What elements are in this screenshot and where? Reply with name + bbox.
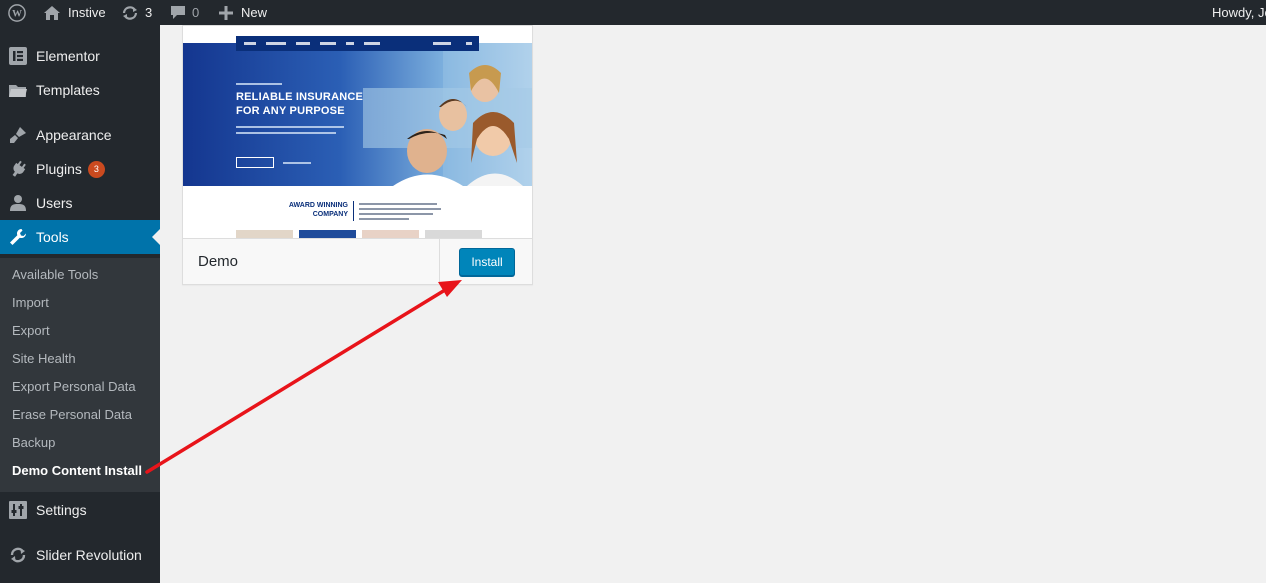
new-label: New xyxy=(241,5,268,20)
folder-icon xyxy=(0,83,36,98)
menu-label: Templates xyxy=(36,82,100,98)
updates-icon xyxy=(121,5,139,21)
menu-item-appearance[interactable]: Appearance xyxy=(0,118,160,152)
site-name: Instive xyxy=(68,5,106,20)
install-button[interactable]: Install xyxy=(459,248,515,276)
elementor-icon xyxy=(0,47,36,65)
menu-item-slider-revolution[interactable]: Slider Revolution xyxy=(0,538,160,572)
demo-preview-image[interactable]: RELIABLE INSURANCE FOR ANY PURPOSE AWARD… xyxy=(183,26,532,238)
submenu-export-personal-data[interactable]: Export Personal Data xyxy=(12,377,136,397)
admin-bar: W Instive 3 0 New Howdy, Jo xyxy=(0,0,1266,25)
menu-label: Settings xyxy=(36,502,87,518)
tools-submenu: Available Tools Import Export Site Healt… xyxy=(0,258,160,492)
greeting-text: Howdy, Jo xyxy=(1212,5,1266,20)
preview-navbar xyxy=(236,36,479,51)
submenu-site-health[interactable]: Site Health xyxy=(12,349,76,369)
submenu-backup[interactable]: Backup xyxy=(12,433,55,453)
submenu-demo-content-install[interactable]: Demo Content Install xyxy=(12,461,142,481)
comment-icon xyxy=(170,5,186,20)
menu-label: Slider Revolution xyxy=(36,547,142,563)
site-name-link[interactable]: Instive xyxy=(44,0,106,25)
comments-count: 0 xyxy=(192,5,200,20)
menu-label: Tools xyxy=(36,229,69,245)
submenu-export[interactable]: Export xyxy=(12,321,50,341)
demo-name: Demo xyxy=(198,253,239,270)
menu-item-tools[interactable]: Tools xyxy=(0,220,160,254)
plus-icon xyxy=(219,5,233,20)
submenu-erase-personal-data[interactable]: Erase Personal Data xyxy=(12,405,132,425)
refresh-icon xyxy=(0,546,36,564)
preview-button xyxy=(236,157,274,168)
plugin-icon xyxy=(0,160,36,178)
preview-award-line-2: COMPANY xyxy=(312,211,348,218)
submenu-import[interactable]: Import xyxy=(12,293,49,313)
updates-link[interactable]: 3 xyxy=(121,0,152,25)
preview-award-text: AWARD WINNING COMPANY xyxy=(278,201,348,219)
preview-headline-2: FOR ANY PURPOSE xyxy=(236,105,345,117)
menu-item-plugins[interactable]: Plugins 3 xyxy=(0,152,160,186)
demo-card-footer: Demo Install xyxy=(183,238,532,284)
demo-card: RELIABLE INSURANCE FOR ANY PURPOSE AWARD… xyxy=(182,25,533,285)
wrench-icon xyxy=(0,228,36,246)
plugins-update-badge: 3 xyxy=(87,160,105,178)
settings-icon xyxy=(0,501,36,519)
updates-count: 3 xyxy=(145,5,153,20)
account-greeting[interactable]: Howdy, Jo xyxy=(1212,0,1266,25)
brush-icon xyxy=(0,126,36,144)
menu-label: Users xyxy=(36,195,73,211)
preview-award-line-1: AWARD WINNING xyxy=(288,202,348,209)
menu-label: Plugins xyxy=(36,161,82,177)
new-content-link[interactable]: New xyxy=(219,0,267,25)
menu-label: Elementor xyxy=(36,48,100,64)
menu-item-elementor[interactable]: Elementor xyxy=(0,39,160,73)
menu-label: Appearance xyxy=(36,127,112,143)
user-icon xyxy=(0,194,36,212)
comments-link[interactable]: 0 xyxy=(170,0,199,25)
home-icon xyxy=(44,5,60,20)
preview-hero: RELIABLE INSURANCE FOR ANY PURPOSE xyxy=(183,43,532,186)
menu-item-templates[interactable]: Templates xyxy=(0,73,160,107)
demo-card-actions: Install xyxy=(439,239,532,284)
menu-item-settings[interactable]: Settings xyxy=(0,493,160,527)
preview-headline-1: RELIABLE INSURANCE xyxy=(236,91,364,103)
submenu-available-tools[interactable]: Available Tools xyxy=(12,265,98,285)
wordpress-logo-icon[interactable]: W xyxy=(8,0,26,25)
svg-text:W: W xyxy=(12,8,22,19)
menu-item-users[interactable]: Users xyxy=(0,186,160,220)
